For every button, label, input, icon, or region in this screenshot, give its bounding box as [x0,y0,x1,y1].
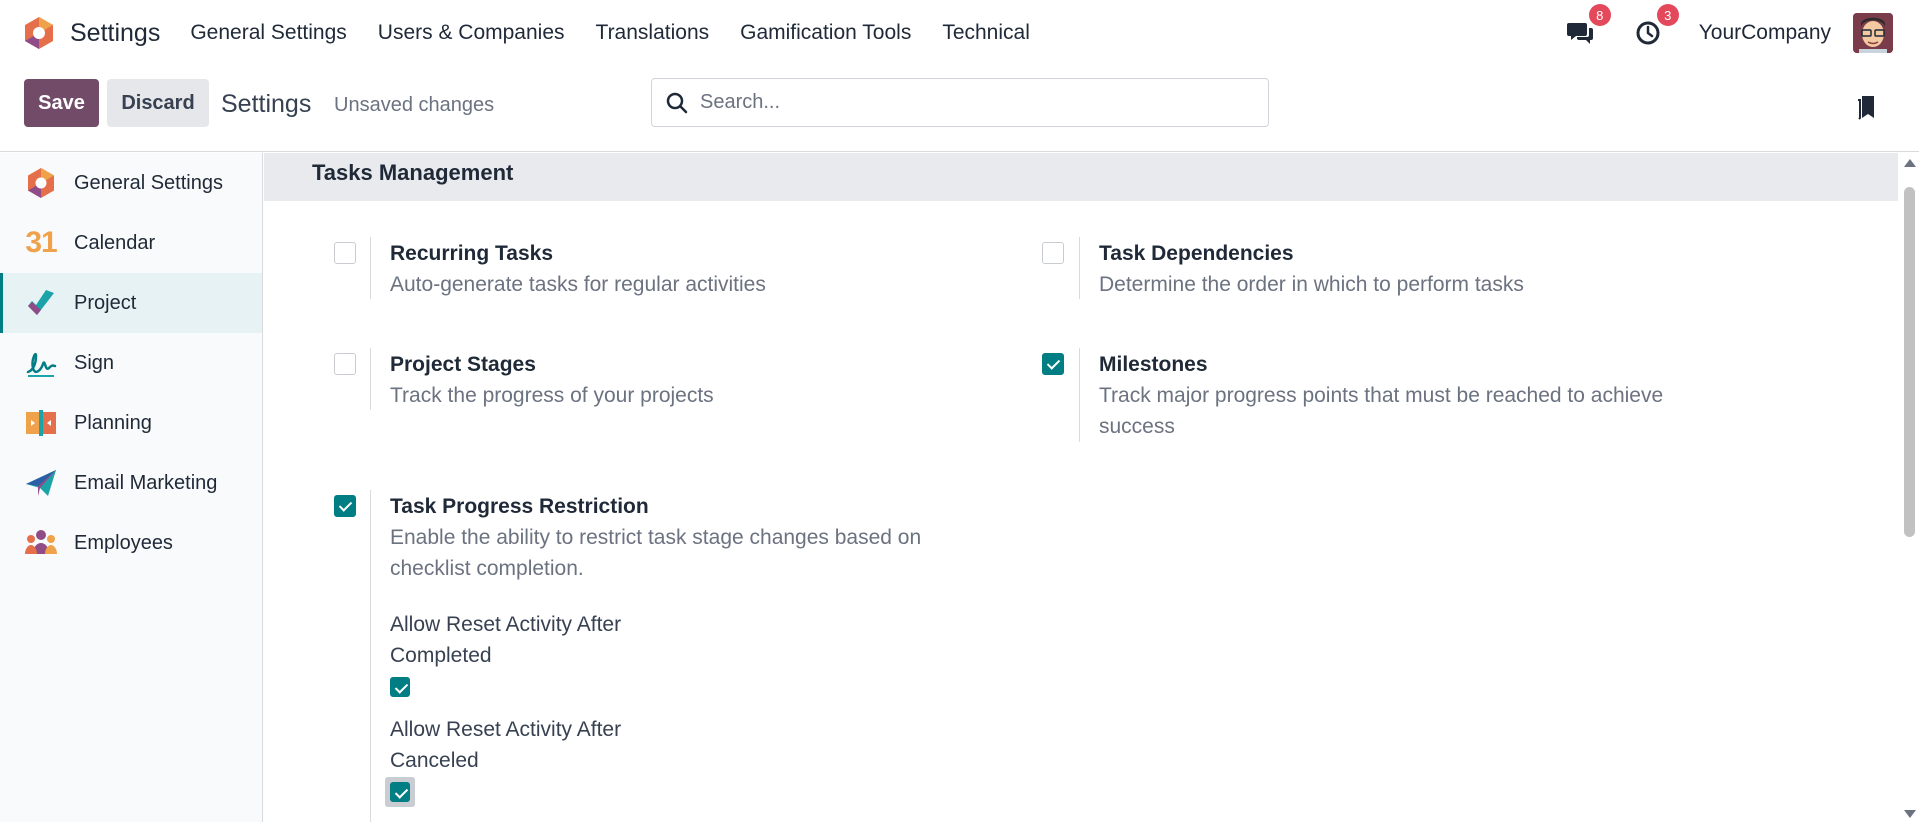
menu-gamification-tools[interactable]: Gamification Tools [740,21,911,45]
calendar-icon-text: 31 [25,226,57,259]
menu-technical[interactable]: Technical [942,21,1030,45]
control-panel: Save Discard Settings Unsaved changes [0,66,1919,152]
avatar[interactable] [1853,13,1893,53]
odoo-logo-icon [28,168,54,198]
app-name[interactable]: Settings [70,19,160,48]
task-dependencies-checkbox[interactable] [1042,242,1064,264]
email-marketing-icon [26,470,56,496]
recurring-tasks-title: Recurring Tasks [390,242,554,265]
task-progress-restriction-desc: Enable the ability to restrict task stag… [390,526,922,580]
user-avatar-icon [1853,13,1893,53]
sidebar-item-employees[interactable]: Employees [0,513,262,573]
project-stages-title: Project Stages [390,353,536,376]
reset-after-canceled-label: Allow Reset Activity After Canceled [390,718,622,772]
sidebar-item-label: Email Marketing [74,471,218,494]
menu-translations[interactable]: Translations [596,21,710,45]
settings-content: Tasks Management Recurring Tasks Auto-ge… [264,153,1900,822]
sidebar-item-general-settings[interactable]: General Settings [0,153,262,213]
divider [1079,348,1080,442]
scroll-up-arrow[interactable] [1904,159,1916,167]
task-progress-restriction-checkbox[interactable] [334,495,356,517]
settings-sidebar: General Settings 31 Calendar Project Sig… [0,153,263,822]
recurring-tasks-desc: Auto-generate tasks for regular activiti… [390,273,766,296]
section-header: Tasks Management [264,153,1898,201]
activities-button[interactable]: 3 [1631,4,1679,50]
sidebar-item-sign[interactable]: Sign [0,333,262,393]
activities-badge: 3 [1656,4,1679,26]
sidebar-item-email-marketing[interactable]: Email Marketing [0,453,262,513]
scroll-down-arrow[interactable] [1904,810,1916,818]
sidebar-item-label: Planning [74,411,152,434]
sidebar-item-label: Project [74,291,137,314]
milestones-checkbox[interactable] [1042,353,1064,375]
milestones-desc: Track major progress points that must be… [1099,384,1664,438]
clock-icon [1636,21,1660,45]
menu-users-companies[interactable]: Users & Companies [378,21,565,45]
sidebar-item-calendar[interactable]: 31 Calendar [0,213,262,273]
sidebar-item-project[interactable]: Project [0,273,262,333]
project-stages-checkbox[interactable] [334,353,356,375]
odoo-logo-icon[interactable] [22,16,56,50]
reset-after-completed-label: Allow Reset Activity After Completed [390,613,622,667]
sidebar-item-label: General Settings [74,171,223,194]
divider [370,490,371,822]
task-progress-restriction-title: Task Progress Restriction [390,495,649,518]
scrollbar[interactable] [1900,153,1919,822]
recurring-tasks-checkbox[interactable] [334,242,356,264]
sidebar-item-label: Employees [74,531,173,554]
discard-button[interactable]: Discard [107,79,209,127]
menu-general-settings[interactable]: General Settings [190,21,346,45]
project-stages-desc: Track the progress of your projects [390,384,714,407]
calendar-icon: 31 [24,226,58,260]
sidebar-item-label: Sign [74,351,115,374]
search-bar[interactable] [651,78,1269,127]
sign-icon [26,352,57,377]
milestones-title: Milestones [1099,353,1208,376]
sidebar-item-planning[interactable]: Planning [0,393,262,453]
chat-icon [1566,23,1593,44]
search-input[interactable] [700,91,1240,114]
planning-icon [26,410,56,436]
employees-icon [25,530,57,554]
divider [370,237,371,299]
page-title: Settings [221,90,312,118]
company-switcher[interactable]: YourCompany [1699,21,1831,45]
bookmark-icon[interactable] [1856,94,1878,122]
project-icon [28,290,54,315]
section-title: Tasks Management [312,160,514,185]
top-navbar: Settings General Settings Users & Compan… [0,0,1919,66]
messages-badge: 8 [1588,4,1611,26]
search-icon [666,92,688,113]
save-button[interactable]: Save [24,79,99,127]
divider [1079,237,1080,299]
reset-after-completed-checkbox[interactable] [390,677,410,697]
reset-after-canceled-checkbox[interactable] [390,782,410,802]
task-dependencies-title: Task Dependencies [1099,242,1294,265]
sidebar-item-label: Calendar [74,231,156,254]
messages-button[interactable]: 8 [1563,4,1611,50]
task-dependencies-desc: Determine the order in which to perform … [1099,273,1524,296]
unsaved-status: Unsaved changes [334,94,495,116]
scroll-thumb[interactable] [1904,187,1915,537]
divider [370,348,371,410]
